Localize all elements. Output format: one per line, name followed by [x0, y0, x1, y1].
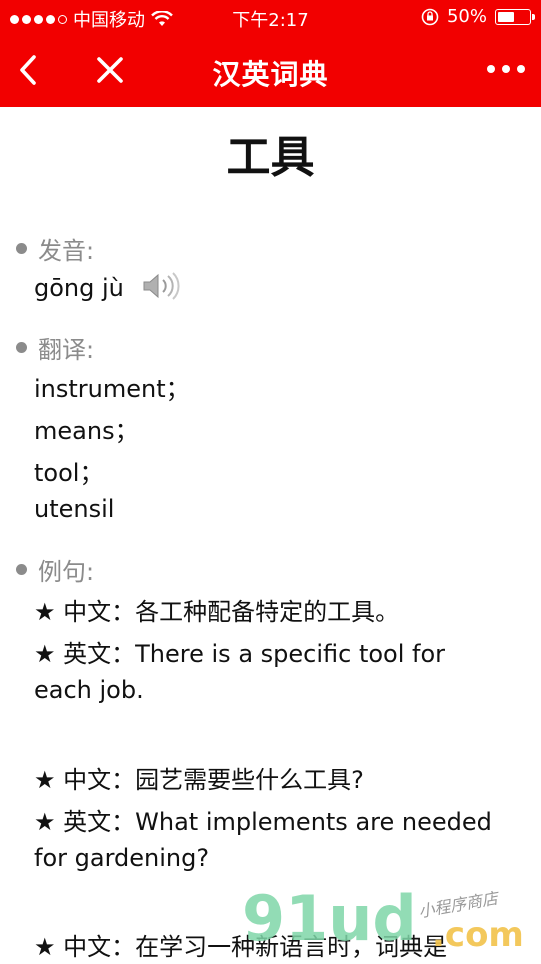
play-audio-button[interactable]: [140, 271, 184, 307]
more-dots-icon: [487, 65, 495, 73]
translation-label: 翻译:: [16, 330, 94, 365]
battery-icon: [495, 8, 535, 25]
status-bar: 中国移动 下午2:17 50%: [0, 0, 541, 34]
pinyin-line: gōng jù: [34, 271, 184, 307]
battery-percent: 50%: [446, 6, 487, 27]
translation-item: instrument；: [34, 375, 190, 403]
status-right: 50%: [421, 6, 535, 27]
example-line: each job.: [34, 676, 144, 704]
bullet-icon: [16, 564, 27, 575]
translation-item: utensil: [34, 495, 115, 523]
example-line: ★ 中文：各工种配备特定的工具。: [34, 598, 400, 626]
bullet-icon: [16, 342, 27, 353]
bullet-icon: [16, 243, 27, 254]
watermark: 91ud .com 小程序商店: [240, 880, 540, 960]
translation-item: tool；: [34, 459, 104, 487]
pinyin: gōng jù: [34, 274, 124, 302]
speaker-icon: [143, 272, 179, 300]
example-line: ★ 中文：园艺需要些什么工具?: [34, 766, 364, 794]
svg-text:91ud: 91ud: [242, 882, 417, 955]
word-title: 工具: [226, 132, 315, 183]
examples-label: 例句:: [16, 552, 94, 587]
orientation-lock-icon: [421, 8, 439, 25]
watermark-logo: 91ud .com 小程序商店: [242, 882, 524, 955]
svg-text:.com: .com: [432, 915, 524, 955]
pronunciation-label: 发音:: [16, 231, 94, 266]
translation-item: means；: [34, 417, 139, 445]
example-line: ★ 英文：What implements are needed: [34, 808, 492, 836]
header: 中国移动 下午2:17 50% 汉英词典: [0, 0, 541, 107]
example-line: ★ 英文：There is a specific tool for: [34, 640, 446, 668]
page-title: 汉英词典: [212, 58, 329, 91]
more-button[interactable]: [487, 62, 529, 76]
navbar: 汉英词典: [0, 34, 541, 107]
example-line: for gardening?: [34, 844, 210, 872]
